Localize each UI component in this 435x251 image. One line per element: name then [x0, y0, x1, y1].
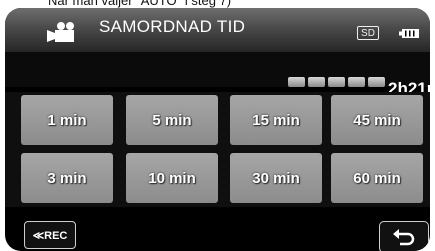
- rec-button[interactable]: ≪REC: [24, 221, 76, 249]
- manual-caption: När man väljer "AUTO" i steg 7): [48, 0, 232, 8]
- interval-1-min-button[interactable]: 1 min: [21, 95, 113, 145]
- return-arrow-icon: [393, 229, 415, 246]
- camera-lcd-screen: SAMORDNAD TID SD 2h21m 1 min 5 min 15 mi…: [5, 8, 430, 251]
- interval-5-min-button[interactable]: 5 min: [126, 95, 218, 145]
- battery-icon: [399, 29, 419, 38]
- remaining-gauge-segment: [328, 77, 345, 87]
- screen-title: SAMORDNAD TID: [99, 17, 246, 36]
- remaining-time-bar: [5, 52, 430, 87]
- remaining-gauge-segment: [308, 77, 325, 87]
- remaining-gauge-segment: [348, 77, 365, 87]
- interval-60-min-button[interactable]: 60 min: [331, 153, 423, 203]
- video-camera-icon: [47, 22, 74, 42]
- interval-15-min-button[interactable]: 15 min: [230, 95, 322, 145]
- interval-45-min-button[interactable]: 45 min: [331, 95, 423, 145]
- interval-10-min-button[interactable]: 10 min: [126, 153, 218, 203]
- remaining-gauge-segment: [368, 77, 385, 87]
- remaining-gauge-segment: [288, 77, 305, 87]
- back-button[interactable]: [379, 221, 429, 251]
- sd-card-indicator: SD: [357, 26, 379, 40]
- interval-3-min-button[interactable]: 3 min: [21, 153, 113, 203]
- interval-30-min-button[interactable]: 30 min: [230, 153, 322, 203]
